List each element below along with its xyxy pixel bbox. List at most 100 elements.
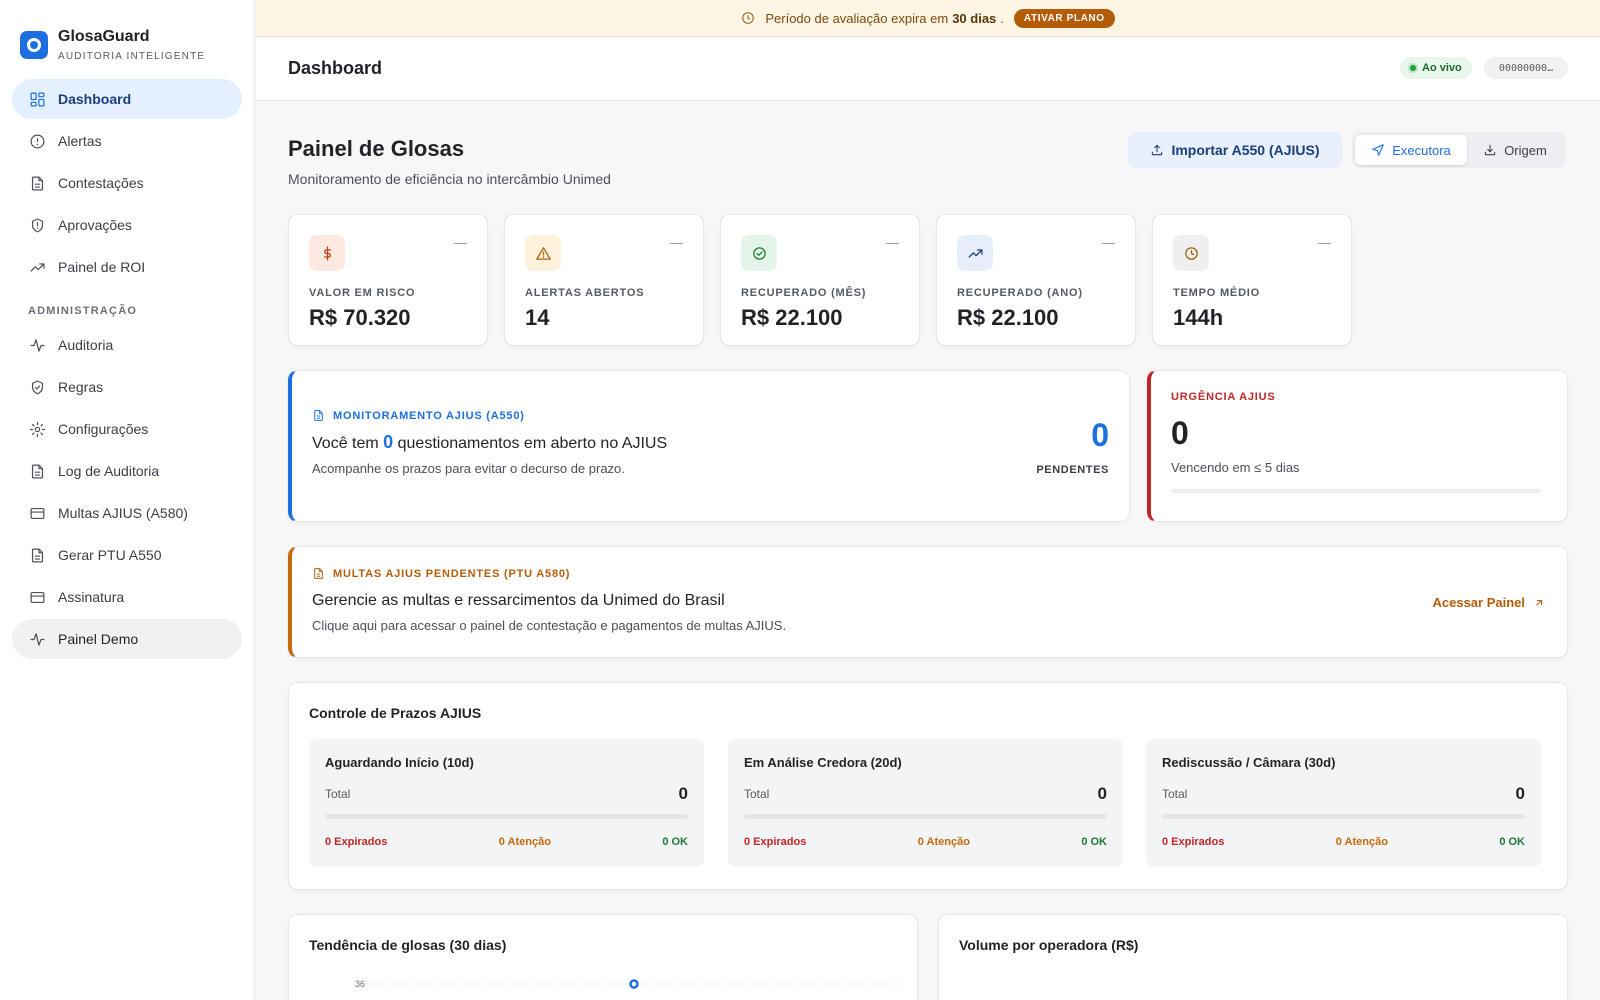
deadline-expired: 0 Expirados [325,836,388,848]
upload-icon [1152,144,1163,156]
sidebar-nav: Dashboard Alertas Contestações Aprovaçõe… [0,72,254,659]
stat-value: 14 [525,305,550,330]
deadline-attention: 0 Atenção [917,836,970,848]
deadline-box-title: Aguardando Início (10d) [325,755,474,770]
monitoring-title: Você tem 0 questionamentos em aberto no … [312,432,1109,453]
sidebar-item-regras[interactable]: Regras [12,367,242,407]
deadline-expired: 0 Expirados [1162,836,1225,848]
sidebar-item-label: Assinatura [58,589,125,605]
monitoring-title-prefix: Você tem [312,435,379,452]
deadline-total-label: Total [1162,787,1188,801]
volume-chart-panel: Volume por operadora (R$) [938,914,1568,1000]
monitoring-count: 0 [383,432,394,452]
stat-value: R$ 22.100 [741,305,843,330]
document-icon [314,568,323,579]
volume-chart-title: Volume por operadora (R$) [959,937,1139,953]
sidebar: GlosaGuard AUDITORIA INTELIGENTE Dashboa… [0,0,255,1000]
trending-up-icon [28,258,46,276]
stat-card-tempo-medio[interactable]: — TEMPO MÉDIO 144h [1152,214,1352,346]
trending-up-icon [957,235,993,271]
sidebar-item-label: Painel de ROI [58,259,146,275]
sidebar-item-label: Log de Auditoria [58,463,160,479]
stat-trend: — [670,235,683,250]
deadline-ok: 0 OK [1499,836,1525,848]
sidebar-item-alertas[interactable]: Alertas [12,121,242,161]
fines-kicker: MULTAS AJIUS PENDENTES (PTU A580) [312,567,1547,580]
sidebar-item-painel-demo[interactable]: Painel Demo [12,619,242,659]
deadline-box-aguardando[interactable]: Aguardando Início (10d) Total 0 0 Expirad… [309,739,704,867]
document-icon [28,462,46,480]
sidebar-item-painel-roi[interactable]: Painel de ROI [12,247,242,287]
check-circle-icon [741,235,777,271]
sidebar-item-multas-ajius[interactable]: Multas AJIUS (A580) [12,493,242,533]
sidebar-item-label: Regras [58,379,104,395]
stat-label: ALERTAS ABERTOS [525,287,645,299]
stat-card-alertas-abertos[interactable]: — ALERTAS ABERTOS 14 [504,214,704,346]
segment-origem[interactable]: Origem [1467,135,1563,165]
urgency-value: 0 [1171,415,1189,451]
stat-card-recuperado-ano[interactable]: — RECUPERADO (ANO) R$ 22.100 [936,214,1136,346]
monitoring-kicker-label: MONITORAMENTO AJIUS (A550) [333,409,525,422]
warning-triangle-icon [525,235,561,271]
sidebar-item-label: Contestações [58,175,144,191]
stat-card-recuperado-mes[interactable]: — RECUPERADO (MÊS) R$ 22.100 [720,214,920,346]
credit-card-icon [28,504,46,522]
y-tick-label: 36 [355,979,365,989]
brand[interactable]: GlosaGuard AUDITORIA INTELIGENTE [0,0,254,72]
grid-icon [28,90,46,108]
clock-icon [741,11,755,25]
deadline-box-analise-credora[interactable]: Em Análise Credora (20d) Total 0 0 Expira… [728,739,1123,867]
activate-plan-button[interactable]: ATIVAR PLANO [1013,8,1115,28]
brand-logo-icon [20,31,48,59]
segment-executora[interactable]: Executora [1355,135,1467,165]
monitoring-ajius-panel[interactable]: MONITORAMENTO AJIUS (A550) Você tem 0 qu… [288,370,1130,522]
sidebar-item-contestacoes[interactable]: Contestações [12,163,242,203]
deadline-attention: 0 Atenção [498,836,551,848]
acessar-painel-link[interactable]: Acessar Painel [1432,595,1545,610]
deadline-box-title: Em Análise Credora (20d) [744,755,902,770]
sidebar-item-log-auditoria[interactable]: Log de Auditoria [12,451,242,491]
download-icon [1484,144,1496,156]
document-icon [28,546,46,564]
activity-icon [28,336,46,354]
acessar-painel-label: Acessar Painel [1432,595,1525,610]
sidebar-item-gerar-ptu[interactable]: Gerar PTU A550 [12,535,242,575]
page-subtitle: Monitoramento de eficiência no intercâmb… [288,171,611,187]
deadlines-title: Controle de Prazos AJIUS [309,705,482,721]
multas-ajius-panel[interactable]: MULTAS AJIUS PENDENTES (PTU A580) Gerenc… [288,546,1568,658]
sidebar-item-configuracoes[interactable]: Configurações [12,409,242,449]
document-icon [314,410,323,421]
urgency-subtitle: Vencendo em ≤ 5 dias [1171,460,1300,475]
stat-card-valor-risco[interactable]: — VALOR EM RISCO R$ 70.320 [288,214,488,346]
shield-alert-icon [28,216,46,234]
pending-label: PENDENTES [1036,464,1109,476]
sidebar-item-assinatura[interactable]: Assinatura [12,577,242,617]
sidebar-item-label: Configurações [58,421,149,437]
brand-subtitle: AUDITORIA INTELIGENTE [58,51,206,62]
arrow-up-right-icon [1536,599,1542,606]
tenant-id-badge[interactable]: 00000000… [1484,57,1568,79]
deadline-total-value: 0 [678,784,688,803]
urgencia-ajius-panel[interactable]: URGÊNCIA AJIUS 0 Vencendo em ≤ 5 dias [1147,370,1568,522]
monitoring-description: Acompanhe os prazos para evitar o decurs… [312,461,625,476]
deadline-total-value: 0 [1097,784,1107,803]
fines-title: Gerencie as multas e ressarcimentos da U… [312,592,725,609]
import-a550-button[interactable]: Importar A550 (AJIUS) [1128,132,1342,168]
deadline-progress-bar [325,814,688,819]
dollar-icon [309,235,345,271]
stat-label: RECUPERADO (MÊS) [741,287,867,299]
view-toggle: Executora Origem [1352,132,1566,168]
brand-name: GlosaGuard [58,28,150,45]
trial-banner-suffix: . [1000,10,1004,26]
sidebar-item-aprovacoes[interactable]: Aprovações [12,205,242,245]
urgency-kicker: URGÊNCIA AJIUS [1171,391,1276,403]
header-title: Dashboard [288,58,383,78]
sidebar-item-dashboard[interactable]: Dashboard [12,79,242,119]
trend-data-point[interactable] [629,979,639,989]
deadline-box-rediscussao[interactable]: Rediscussão / Câmara (30d) Total 0 0 Expi… [1146,739,1541,867]
top-header: Dashboard Ao vivo 00000000… [256,37,1600,101]
sidebar-item-auditoria[interactable]: Auditoria [12,325,242,365]
document-icon [28,174,46,192]
stat-label: TEMPO MÉDIO [1173,287,1261,299]
live-dot-icon [1408,63,1418,73]
